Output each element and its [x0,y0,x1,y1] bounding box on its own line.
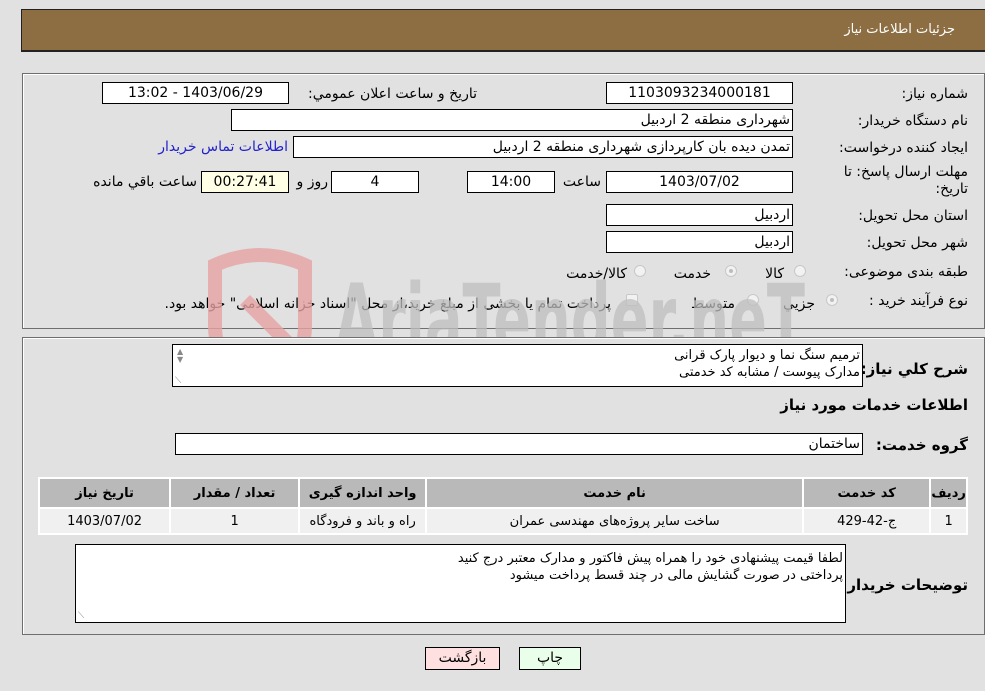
category-radio-goods[interactable] [794,265,806,277]
remaining-time-label: ساعت باقي مانده [93,174,197,190]
resize-grip-icon[interactable]: ⟋ [175,373,181,386]
request-creator-field: تمدن دیده بان کارپردازی شهرداری منطقه 2 … [293,136,793,158]
purchase-process-label: نوع فرآیند خرید : [869,293,968,309]
process-radio-minor[interactable] [826,294,838,306]
col-need-date: تاریخ نیاز [40,479,170,507]
buyer-notes-label: توضیحات خریدار: [841,576,968,594]
resize-grip-icon[interactable]: ⟋ [78,608,84,622]
col-service-name: نام خدمت [427,479,803,507]
description-line: ترمیم سنگ نما و دیوار پارک قرانی [674,348,860,363]
category-radio-service[interactable] [725,265,737,277]
process-option-medium: متوسط [691,296,735,312]
col-row-number: ردیف [931,479,966,507]
buyer-contact-link[interactable]: اطلاعات تماس خریدار [158,139,288,155]
buyer-notes-textarea[interactable]: لطفا قیمت پیشنهادی خود را همراه پیش فاکت… [75,544,846,623]
cell-service-name: ساخت سایر پروژه‌های مهندسی عمران [427,509,803,533]
buyer-notes-line: پرداختی در صورت گشایش مالی در چند قسط پر… [509,568,843,583]
process-option-minor: جزيي [783,296,815,312]
col-unit: واحد اندازه گیری [300,479,426,507]
delivery-province-label: استان محل تحویل: [858,208,968,224]
request-creator-label: ایجاد کننده درخواست: [839,140,968,156]
print-button[interactable]: چاپ [519,647,581,670]
delivery-province-field: اردبیل [606,204,793,226]
delivery-city-field: اردبیل [606,231,793,253]
category-label: طبقه بندی موضوعی: [844,264,968,280]
back-button[interactable]: بازگشت [425,647,500,670]
deadline-time-label: ساعت [562,174,601,190]
process-radio-medium[interactable] [747,294,759,306]
service-group-field: ساختمان [175,433,863,455]
service-group-label: گروه خدمت: [875,436,968,454]
category-radio-goods-service[interactable] [634,265,646,277]
days-remaining-field: 4 [331,171,419,193]
deadline-label-line1: مهلت ارسال پاسخ: تا [843,164,968,180]
description-label: شرح کلي نياز: [860,360,968,378]
cell-unit: راه و باند و فرودگاه [300,509,426,533]
announce-datetime-field: 1403/06/29 - 13:02 [102,82,289,104]
announce-datetime-label: تاریخ و ساعت اعلان عمومي: [308,86,477,102]
category-option-goods: کالا [765,266,784,282]
cell-service-code: ج-42-429 [804,509,930,533]
deadline-label: مهلت ارسال پاسخ: تا تاریخ: [844,164,968,198]
buyer-org-label: نام دستگاه خریدار: [857,113,968,129]
deadline-date-field: 1403/07/02 [606,171,793,193]
cell-row-number: 1 [931,509,966,533]
services-heading: اطلاعات خدمات مورد نیاز [780,396,968,414]
category-option-service: خدمت [673,266,711,282]
scroll-arrows-icon[interactable]: ▲ ▼ [177,348,183,364]
treasury-checkbox-label: پرداخت تمام یا بخشی از مبلغ خرید،از محل … [164,296,611,312]
category-option-goods-service: کالا/خدمت [566,266,627,282]
days-label: روز و [296,174,329,190]
cell-quantity: 1 [171,509,299,533]
deadline-label-line2: تاریخ: [935,181,968,197]
page-title: جزئیات اطلاعات نیاز [844,22,955,37]
description-line: مدارک پیوست / مشابه کد خدمتی [679,365,860,380]
need-number-field: 1103093234000181 [606,82,793,104]
treasury-checkbox[interactable] [626,294,638,306]
remaining-time-field: 00:27:41 [201,171,289,193]
description-textarea[interactable]: ترمیم سنگ نما و دیوار پارک قرانی مدارک پ… [172,344,863,387]
delivery-city-label: شهر محل تحویل: [866,235,968,251]
deadline-time-field: 14:00 [467,171,555,193]
need-number-label: شماره نیاز: [901,86,969,102]
table-header-row: ردیف کد خدمت نام خدمت واحد اندازه گیری ت… [40,479,966,507]
col-service-code: کد خدمت [804,479,930,507]
buyer-org-field: شهرداری منطقه 2 اردبیل [231,109,793,131]
page-header: جزئیات اطلاعات نیاز [21,9,985,52]
table-row: 1 ج-42-429 ساخت سایر پروژه‌های مهندسی عم… [40,509,966,533]
cell-need-date: 1403/07/02 [40,509,170,533]
col-quantity: تعداد / مقدار [171,479,299,507]
services-table: ردیف کد خدمت نام خدمت واحد اندازه گیری ت… [38,477,968,535]
buyer-notes-line: لطفا قیمت پیشنهادی خود را همراه پیش فاکت… [457,551,843,566]
